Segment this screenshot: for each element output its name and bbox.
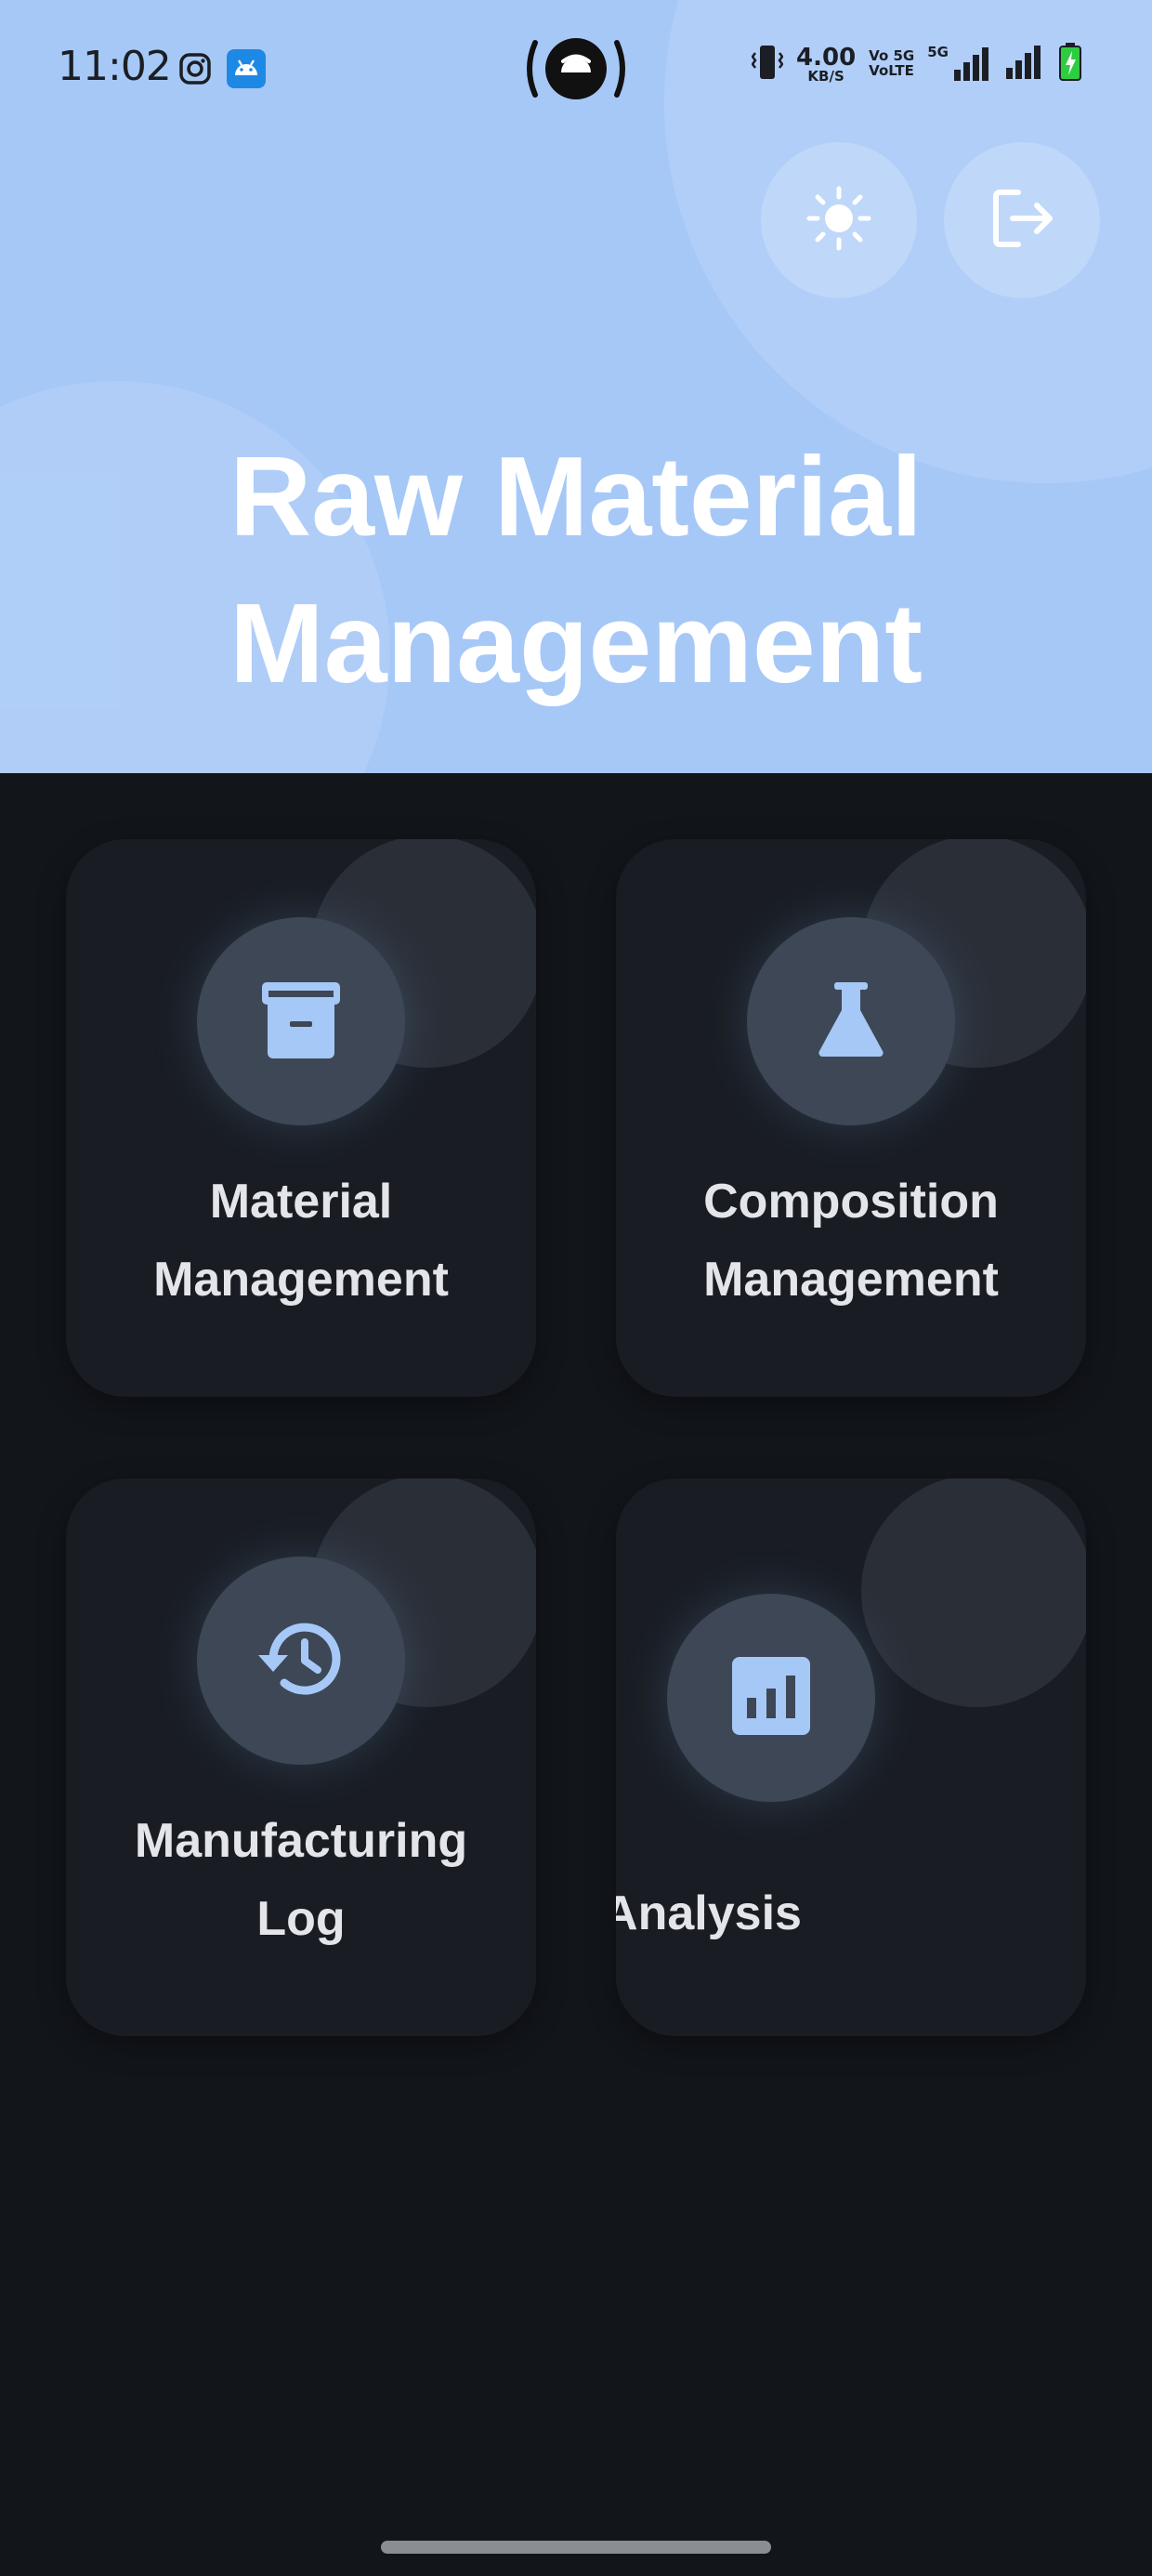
flask-icon	[806, 975, 896, 1068]
icon-badge	[667, 1594, 875, 1802]
card-analysis[interactable]: Analysis	[616, 1479, 1086, 2036]
android-icon	[227, 49, 266, 92]
icon-badge	[197, 1557, 405, 1765]
sun-icon	[802, 181, 876, 259]
analytics-icon	[728, 1653, 814, 1742]
battery-icon	[1058, 43, 1082, 85]
card-decor-circle	[861, 1479, 1086, 1707]
card-label: Analysis	[616, 1886, 802, 1940]
card-label: Material Management	[153, 1175, 449, 1307]
card-material-management[interactable]: Material Management	[66, 839, 536, 1397]
archive-icon	[256, 975, 346, 1068]
page-title: Raw Material Management	[229, 433, 923, 706]
hotspot-icon	[522, 35, 630, 106]
history-icon	[253, 1610, 349, 1711]
network-speed: 4.00 KB/S	[796, 43, 857, 85]
home-indicator[interactable]	[381, 2541, 771, 2554]
volte-indicator: Vo 5G VoLTE	[869, 47, 915, 79]
logout-icon	[985, 181, 1059, 259]
card-label: Composition Management	[703, 1175, 999, 1307]
app-header: 11:02 4.00 KB/S Vo 5G VoLTE 5G Raw Mater…	[0, 0, 1152, 773]
logout-button[interactable]	[944, 142, 1100, 298]
theme-toggle-button[interactable]	[761, 142, 917, 298]
status-right: 4.00 KB/S Vo 5G VoLTE 5G	[751, 43, 1082, 85]
instagram-icon	[178, 52, 212, 89]
signal-icon: 5G	[927, 45, 991, 83]
card-manufacturing-log[interactable]: Manufacturing Log	[66, 1479, 536, 2036]
icon-badge	[197, 917, 405, 1125]
vibrate-icon	[751, 44, 784, 85]
status-time: 11:02	[58, 43, 172, 90]
status-bar: 11:02 4.00 KB/S Vo 5G VoLTE 5G	[0, 0, 1152, 139]
card-composition-management[interactable]: Composition Management	[616, 839, 1086, 1397]
signal-icon	[1004, 44, 1045, 85]
icon-badge	[747, 917, 955, 1125]
card-label: Manufacturing Log	[134, 1814, 468, 1946]
